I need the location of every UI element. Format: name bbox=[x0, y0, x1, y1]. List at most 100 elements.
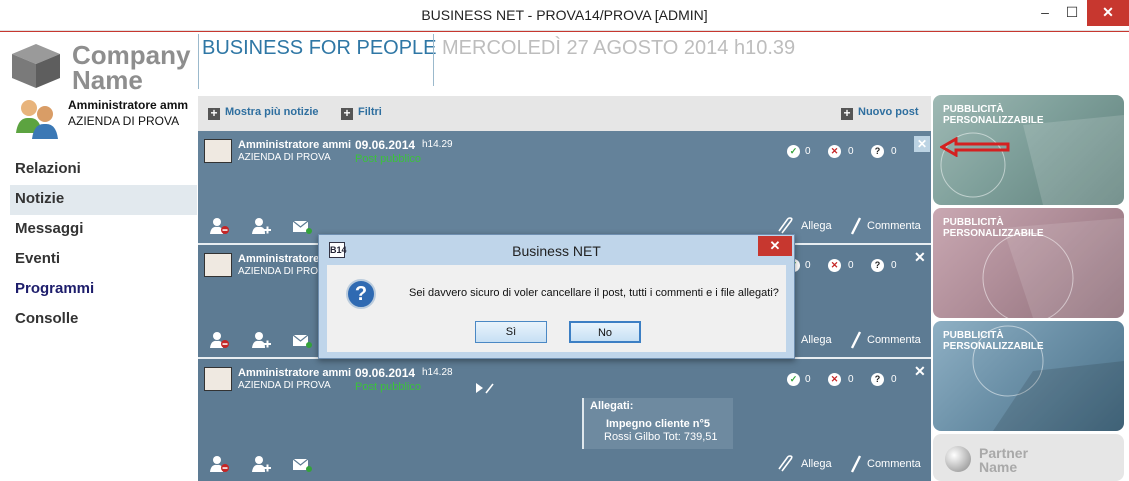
approve-icon[interactable]: ✓ bbox=[787, 373, 800, 386]
confirm-dialog: B14 Business NET ✕ ? Sei davvero sicuro … bbox=[318, 234, 795, 359]
add-user-icon[interactable] bbox=[252, 331, 272, 349]
user-name: Amministratore amm bbox=[68, 98, 189, 112]
remove-user-icon[interactable] bbox=[210, 217, 230, 235]
ad-label: PUBBLICITÀ PERSONALIZZABILE bbox=[943, 330, 1044, 352]
user-card[interactable]: Amministratore amm AZIENDA DI PROVA bbox=[12, 97, 196, 143]
question-icon: ? bbox=[346, 279, 376, 309]
post-item: Amministratore ammi AZIENDA DI PROVA 09.… bbox=[198, 131, 931, 243]
post-avatar bbox=[204, 367, 232, 391]
window-close-button[interactable]: ✕ bbox=[1087, 0, 1129, 26]
attachments-panel: Allegati: Impegno cliente n°5 Rossi Gilb… bbox=[582, 398, 733, 449]
mail-icon[interactable] bbox=[292, 217, 312, 235]
show-more-news-button[interactable]: + Mostra più notizie bbox=[208, 106, 319, 120]
post-visibility: Post pubblico bbox=[355, 153, 422, 165]
minimize-button[interactable]: – bbox=[1032, 0, 1058, 26]
red-arrow-annotation bbox=[940, 137, 1010, 157]
approve-count: 0 bbox=[805, 146, 811, 157]
paperclip-icon bbox=[778, 455, 793, 472]
ad-label-line2: PERSONALIZZABILE bbox=[943, 341, 1044, 352]
partner-logo bbox=[945, 446, 971, 472]
ad-label: PUBBLICITÀ PERSONALIZZABILE bbox=[943, 104, 1044, 126]
question-icon[interactable]: ? bbox=[871, 373, 884, 386]
company-logo: Company Name bbox=[10, 40, 195, 95]
comment-button[interactable]: Commenta bbox=[867, 220, 921, 232]
nav-item-relazioni[interactable]: Relazioni bbox=[10, 155, 197, 185]
post-time: h14.29 bbox=[422, 139, 453, 150]
ad-label-line1: PUBBLICITÀ bbox=[943, 104, 1004, 115]
yes-button[interactable]: Sì bbox=[475, 321, 547, 343]
delete-post-button[interactable]: ✕ bbox=[914, 136, 930, 152]
nav-item-consolle[interactable]: Consolle bbox=[10, 305, 197, 335]
reject-icon[interactable]: ✕ bbox=[828, 259, 841, 272]
window-title: BUSINESS NET - PROVA14/PROVA [ADMIN] bbox=[421, 7, 708, 23]
user-company: AZIENDA DI PROVA bbox=[68, 114, 180, 128]
partner-banner[interactable]: Partner Name bbox=[933, 434, 1124, 481]
mail-icon[interactable] bbox=[292, 455, 312, 473]
mail-icon[interactable] bbox=[292, 331, 312, 349]
pencil-icon bbox=[850, 331, 862, 349]
nav-item-messaggi[interactable]: Messaggi bbox=[10, 215, 197, 245]
ad-label-line2: PERSONALIZZABILE bbox=[943, 228, 1044, 239]
add-user-icon[interactable] bbox=[252, 217, 272, 235]
dialog-close-button[interactable]: ✕ bbox=[758, 236, 792, 256]
ad-banner[interactable]: PUBBLICITÀ PERSONALIZZABILE bbox=[933, 208, 1124, 318]
question-icon[interactable]: ? bbox=[871, 259, 884, 272]
post-time: h14.28 bbox=[422, 367, 453, 378]
partner-name-line2: Name bbox=[979, 459, 1018, 475]
logo-line2: Name bbox=[72, 65, 143, 95]
post-company: AZIENDA DI PROVA bbox=[238, 380, 331, 391]
nav-item-programmi[interactable]: Programmi bbox=[10, 275, 197, 305]
delete-post-button[interactable]: ✕ bbox=[914, 249, 926, 266]
dialog-body: ? Sei davvero sicuro di voler cancellare… bbox=[327, 265, 786, 352]
reject-count: 0 bbox=[848, 260, 854, 271]
comment-button[interactable]: Commenta bbox=[867, 458, 921, 470]
reject-icon[interactable]: ✕ bbox=[828, 145, 841, 158]
cube-icon bbox=[12, 44, 60, 88]
comment-button[interactable]: Commenta bbox=[867, 334, 921, 346]
pencil-icon bbox=[850, 455, 862, 473]
attach-button[interactable]: Allega bbox=[801, 458, 832, 470]
dialog-title: Business NET bbox=[512, 243, 601, 259]
attachment-detail: Rossi Gilbo Tot: 739,51 bbox=[604, 431, 718, 443]
play-attachment-icon[interactable] bbox=[474, 381, 496, 395]
remove-user-icon[interactable] bbox=[210, 455, 230, 473]
post-date: 09.06.2014 bbox=[355, 366, 416, 380]
new-post-label: Nuovo post bbox=[858, 106, 919, 118]
add-user-icon[interactable] bbox=[252, 455, 272, 473]
attach-button[interactable]: Allega bbox=[801, 334, 832, 346]
nav-item-eventi[interactable]: Eventi bbox=[10, 245, 197, 275]
no-button[interactable]: No bbox=[569, 321, 641, 343]
filters-button[interactable]: + Filtri bbox=[341, 106, 382, 120]
ad-label-line2: PERSONALIZZABILE bbox=[943, 115, 1044, 126]
filters-label: Filtri bbox=[358, 106, 382, 118]
question-count: 0 bbox=[891, 260, 897, 271]
post-company: AZIENDA DI PROVA bbox=[238, 266, 331, 277]
attach-button[interactable]: Allega bbox=[801, 220, 832, 232]
paperclip-icon bbox=[778, 217, 793, 234]
window-titlebar: BUSINESS NET - PROVA14/PROVA [ADMIN] – ☐… bbox=[0, 0, 1129, 31]
question-icon[interactable]: ? bbox=[871, 145, 884, 158]
approve-count: 0 bbox=[805, 260, 811, 271]
partner-name: Partner Name bbox=[979, 446, 1028, 474]
remove-user-icon[interactable] bbox=[210, 331, 230, 349]
reject-icon[interactable]: ✕ bbox=[828, 373, 841, 386]
pencil-icon bbox=[850, 217, 862, 235]
new-post-button[interactable]: + Nuovo post bbox=[841, 106, 919, 120]
question-count: 0 bbox=[891, 146, 897, 157]
post-company: AZIENDA DI PROVA bbox=[238, 152, 331, 163]
approve-icon[interactable]: ✓ bbox=[787, 145, 800, 158]
question-count: 0 bbox=[891, 374, 897, 385]
attachment-link[interactable]: Impegno cliente n°5 bbox=[606, 418, 710, 430]
post-author: Amministratore ammi bbox=[238, 367, 351, 379]
header-divider bbox=[433, 34, 434, 86]
reject-count: 0 bbox=[848, 146, 854, 157]
users-icon bbox=[16, 100, 58, 139]
header-divider-left bbox=[198, 34, 199, 89]
post-avatar bbox=[204, 253, 232, 277]
current-date: MERCOLEDÌ 27 AGOSTO 2014 h10.39 bbox=[442, 37, 796, 59]
delete-post-button[interactable]: ✕ bbox=[914, 363, 926, 380]
nav-item-notizie[interactable]: Notizie bbox=[10, 185, 197, 215]
post-avatar bbox=[204, 139, 232, 163]
ad-banner[interactable]: PUBBLICITÀ PERSONALIZZABILE bbox=[933, 321, 1124, 431]
maximize-button[interactable]: ☐ bbox=[1059, 0, 1085, 26]
